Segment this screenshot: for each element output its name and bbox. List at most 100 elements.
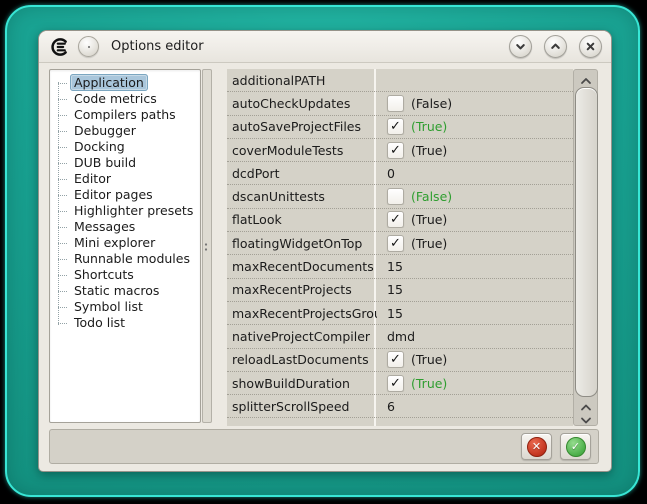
close-icon: [584, 40, 597, 53]
property-row-maxRecentProjects[interactable]: maxRecentProjects15: [227, 279, 573, 302]
property-value[interactable]: ✓ (True): [377, 235, 573, 252]
property-name[interactable]: floatingWidgetOnTop: [227, 236, 377, 251]
sidebar-item-compilers-paths[interactable]: Compilers paths: [50, 107, 200, 123]
property-name[interactable]: maxRecentDocuments: [227, 259, 377, 274]
category-list-panel: ApplicationCode metricsCompilers pathsDe…: [49, 69, 201, 423]
property-row-autoSaveProjectFiles[interactable]: autoSaveProjectFiles✓(True): [227, 116, 573, 139]
sidebar-item-runnable-modules[interactable]: Runnable modules: [50, 251, 200, 267]
property-name[interactable]: showBuildDuration: [227, 376, 377, 391]
sidebar-item-debugger[interactable]: Debugger: [50, 123, 200, 139]
sidebar-item-label: Code metrics: [70, 90, 161, 107]
property-value[interactable]: 15: [377, 259, 573, 274]
scrollbar-thumb[interactable]: [575, 87, 598, 397]
property-row-additionalPATH[interactable]: additionalPATH: [227, 69, 573, 92]
property-name[interactable]: coverModuleTests: [227, 143, 377, 158]
property-row-autoCheckUpdates[interactable]: autoCheckUpdates (False): [227, 92, 573, 115]
sidebar-item-label: Highlighter presets: [70, 202, 197, 219]
checkbox-checked-icon[interactable]: ✓: [387, 142, 404, 159]
sidebar-item-label: Docking: [70, 138, 129, 155]
checkbox-checked-icon[interactable]: ✓: [387, 235, 404, 252]
sidebar-item-highlighter-presets[interactable]: Highlighter presets: [50, 203, 200, 219]
sidebar-item-label: Mini explorer: [70, 234, 159, 251]
category-tree: ApplicationCode metricsCompilers pathsDe…: [50, 70, 200, 331]
bool-value-label: (True): [411, 212, 447, 227]
property-row-reloadLastDocuments[interactable]: reloadLastDocuments✓(True): [227, 349, 573, 372]
accept-check-icon: ✓: [566, 437, 586, 457]
sidebar-item-static-macros[interactable]: Static macros: [50, 283, 200, 299]
property-value[interactable]: dmd: [377, 329, 573, 344]
sidebar-item-editor[interactable]: Editor: [50, 171, 200, 187]
property-value[interactable]: ✓(True): [377, 118, 573, 135]
property-name[interactable]: maxRecentProjectsGrou: [227, 306, 377, 321]
property-name[interactable]: dscanUnittests: [227, 189, 377, 204]
desktop-background: Options editor: [5, 5, 640, 497]
property-name[interactable]: dcdPort: [227, 166, 377, 181]
property-value[interactable]: 0: [377, 166, 573, 181]
sidebar-item-dub-build[interactable]: DUB build: [50, 155, 200, 171]
property-name[interactable]: splitterScrollSpeed: [227, 399, 377, 414]
cancel-button[interactable]: ✕: [521, 433, 552, 460]
sidebar-item-label: Debugger: [70, 122, 140, 139]
sidebar-item-docking[interactable]: Docking: [50, 139, 200, 155]
chevron-down-icon: [579, 411, 593, 430]
checkbox-unchecked-icon[interactable]: [387, 188, 404, 205]
accept-button[interactable]: ✓: [560, 433, 591, 460]
property-grid[interactable]: additionalPATHautoCheckUpdates(False)aut…: [227, 69, 573, 426]
property-name[interactable]: flatLook: [227, 212, 377, 227]
property-rows: additionalPATHautoCheckUpdates(False)aut…: [227, 69, 573, 426]
sidebar-item-editor-pages[interactable]: Editor pages: [50, 187, 200, 203]
close-button[interactable]: [579, 35, 602, 58]
property-name[interactable]: maxRecentProjects: [227, 282, 377, 297]
window-menu-button[interactable]: [78, 36, 99, 57]
vertical-scrollbar[interactable]: [573, 69, 598, 426]
sidebar-item-messages[interactable]: Messages: [50, 219, 200, 235]
sidebar-item-label: Static macros: [70, 282, 163, 299]
property-value[interactable]: (False): [377, 95, 573, 112]
property-row-showBuildDuration[interactable]: showBuildDuration✓(True): [227, 372, 573, 395]
sidebar-item-label: Application: [70, 74, 148, 91]
property-value[interactable]: (False): [377, 188, 573, 205]
property-value[interactable]: ✓(True): [377, 142, 573, 159]
property-name[interactable]: autoSaveProjectFiles: [227, 119, 377, 134]
property-row-floatingWidgetOnTop[interactable]: floatingWidgetOnTop ✓ (True): [227, 232, 573, 255]
property-name[interactable]: autoCheckUpdates: [227, 96, 377, 111]
sidebar-item-code-metrics[interactable]: Code metrics: [50, 91, 200, 107]
checkbox-checked-icon[interactable]: ✓: [387, 118, 404, 135]
property-value[interactable]: ✓(True): [377, 351, 573, 368]
maximize-button[interactable]: [544, 35, 567, 58]
property-value[interactable]: 15: [377, 306, 573, 321]
checkbox-checked-icon[interactable]: ✓: [387, 211, 404, 228]
property-value[interactable]: ✓(True): [377, 375, 573, 392]
sidebar-item-application[interactable]: Application: [50, 75, 200, 91]
sidebar-item-shortcuts[interactable]: Shortcuts: [50, 267, 200, 283]
property-row-dscanUnittests[interactable]: dscanUnittests(False): [227, 185, 573, 208]
property-row-maxRecentProjectsGrou[interactable]: maxRecentProjectsGrou15: [227, 302, 573, 325]
bool-value-label: (False): [411, 96, 452, 111]
property-value[interactable]: ✓ (True): [377, 211, 573, 228]
sidebar-item-todo-list[interactable]: Todo list: [50, 315, 200, 331]
checkbox-checked-icon[interactable]: ✓: [387, 375, 404, 392]
property-row-dcdPort[interactable]: dcdPort0: [227, 162, 573, 185]
sidebar-item-symbol-list[interactable]: Symbol list: [50, 299, 200, 315]
property-row-nativeProjectCompiler[interactable]: nativeProjectCompilerdmd: [227, 325, 573, 348]
sidebar-item-label: Messages: [70, 218, 139, 235]
checkbox-checked-icon[interactable]: ✓: [387, 351, 404, 368]
bool-value-label: (True): [411, 236, 447, 251]
sidebar-item-label: Shortcuts: [70, 266, 138, 283]
sidebar-item-mini-explorer[interactable]: Mini explorer: [50, 235, 200, 251]
titlebar[interactable]: Options editor: [39, 31, 611, 63]
property-name[interactable]: additionalPATH: [227, 73, 377, 88]
minimize-button[interactable]: [509, 35, 532, 58]
property-value[interactable]: 15: [377, 282, 573, 297]
property-value[interactable]: 6: [377, 399, 573, 414]
property-row-splitterScrollSpeed[interactable]: splitterScrollSpeed6: [227, 395, 573, 418]
property-name[interactable]: reloadLastDocuments: [227, 352, 377, 367]
sidebar-item-label: DUB build: [70, 154, 140, 171]
scroll-down-button[interactable]: [574, 411, 597, 430]
property-row-flatLook[interactable]: flatLook ✓ (True): [227, 209, 573, 232]
property-name[interactable]: nativeProjectCompiler: [227, 329, 377, 344]
property-row-coverModuleTests[interactable]: coverModuleTests✓(True): [227, 139, 573, 162]
checkbox-unchecked-icon[interactable]: [387, 95, 404, 112]
splitter-handle[interactable]: [202, 69, 212, 423]
property-row-maxRecentDocuments[interactable]: maxRecentDocuments15: [227, 255, 573, 278]
